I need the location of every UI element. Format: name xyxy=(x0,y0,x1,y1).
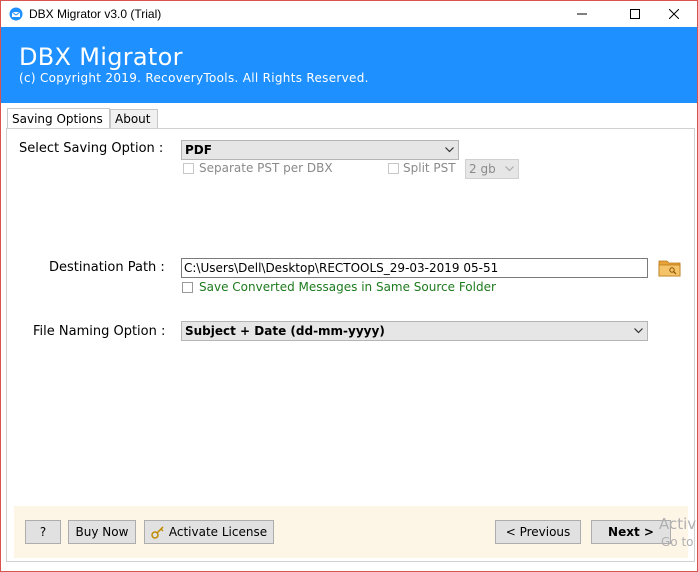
file-naming-label: File Naming Option : xyxy=(33,324,166,339)
file-naming-value: Subject + Date (dd-mm-yyyy) xyxy=(185,324,385,338)
chevron-down-icon xyxy=(445,141,454,159)
window-title: DBX Migrator v3.0 (Trial) xyxy=(29,7,162,21)
close-icon xyxy=(669,9,679,19)
close-button[interactable] xyxy=(651,1,697,27)
separate-pst-label: Separate PST per DBX xyxy=(199,161,333,175)
tab-saving-options[interactable]: Saving Options xyxy=(7,108,110,129)
previous-button[interactable]: < Previous xyxy=(495,520,581,544)
chevron-down-icon xyxy=(505,160,514,178)
key-icon xyxy=(151,525,165,539)
saving-option-select[interactable]: PDF xyxy=(181,140,459,160)
app-icon xyxy=(9,7,23,21)
title-bar[interactable]: DBX Migrator v3.0 (Trial) xyxy=(1,1,697,27)
help-button[interactable]: ? xyxy=(25,520,61,544)
save-same-folder-label: Save Converted Messages in Same Source F… xyxy=(199,280,496,294)
windows-activation-watermark: Activ xyxy=(659,515,697,533)
browse-folder-button[interactable] xyxy=(658,257,682,277)
windows-activation-watermark-sub: Go to xyxy=(661,535,694,549)
maximize-icon xyxy=(630,9,640,19)
chevron-down-icon xyxy=(634,322,643,340)
app-title: DBX Migrator xyxy=(19,43,183,71)
copyright-text: (c) Copyright 2019. RecoveryTools. All R… xyxy=(19,71,369,85)
destination-path-label: Destination Path : xyxy=(49,260,165,275)
separate-pst-checkbox[interactable] xyxy=(183,163,194,174)
previous-label: < Previous xyxy=(505,525,571,539)
app-window: DBX Migrator v3.0 (Trial) DBX Migrator (… xyxy=(0,0,698,572)
split-pst-label: Split PST xyxy=(403,161,456,175)
split-size-select[interactable]: 2 gb xyxy=(465,159,519,179)
minimize-icon xyxy=(577,13,587,15)
next-label: Next > xyxy=(608,525,654,539)
destination-path-input[interactable]: C:\Users\Dell\Desktop\RECTOOLS_29-03-201… xyxy=(181,258,648,278)
app-header: DBX Migrator (c) Copyright 2019. Recover… xyxy=(1,27,697,103)
file-naming-select[interactable]: Subject + Date (dd-mm-yyyy) xyxy=(181,321,648,341)
help-button-label: ? xyxy=(39,525,47,539)
minimize-button[interactable] xyxy=(559,1,605,27)
activate-license-button[interactable]: Activate License xyxy=(144,520,274,544)
buy-now-button[interactable]: Buy Now xyxy=(68,520,136,544)
save-same-folder-checkbox[interactable] xyxy=(182,282,193,293)
saving-options-panel xyxy=(6,128,695,562)
activate-license-label: Activate License xyxy=(168,525,268,539)
split-size-value: 2 gb xyxy=(469,162,496,176)
saving-option-value: PDF xyxy=(185,143,212,157)
split-pst-checkbox[interactable] xyxy=(388,163,399,174)
folder-icon xyxy=(658,260,681,277)
saving-option-label: Select Saving Option : xyxy=(19,141,164,156)
buy-now-label: Buy Now xyxy=(75,525,129,539)
tab-about[interactable]: About xyxy=(110,109,158,128)
